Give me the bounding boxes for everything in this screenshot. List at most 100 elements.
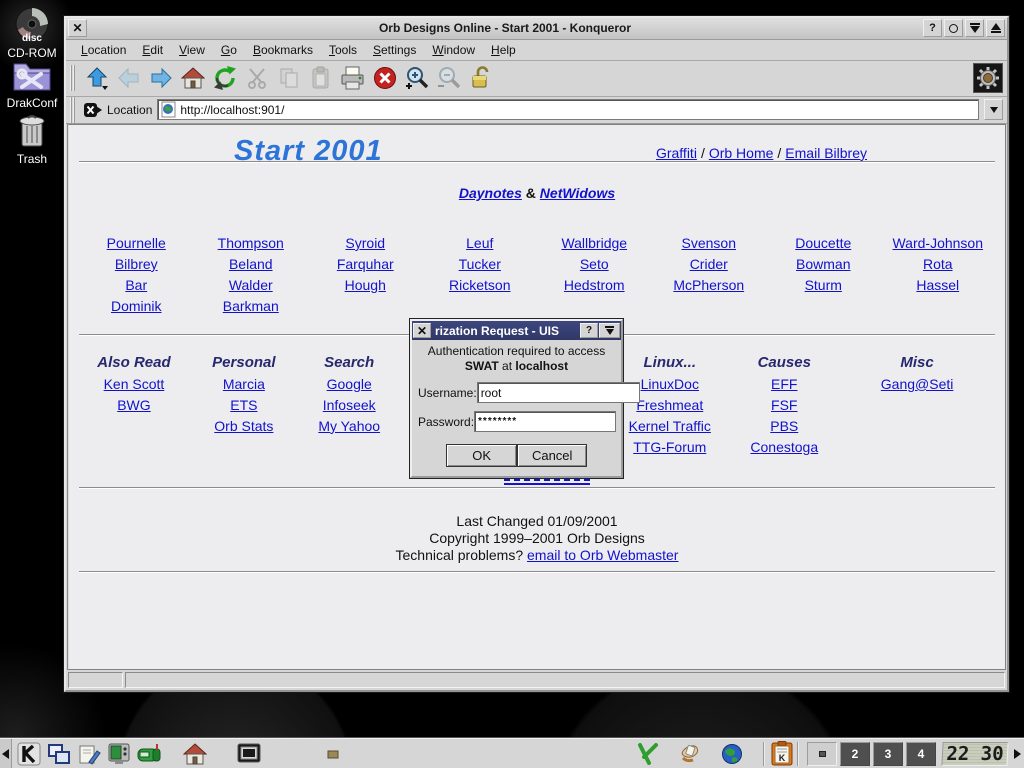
link-name[interactable]: Bowman bbox=[766, 254, 881, 275]
x-app-button[interactable] bbox=[635, 741, 661, 767]
back-button[interactable] bbox=[115, 64, 143, 92]
menu-window[interactable]: Window bbox=[425, 41, 482, 59]
link-name[interactable]: Hough bbox=[308, 275, 423, 296]
menu-help[interactable]: Help bbox=[484, 41, 523, 59]
panel-hide-button[interactable] bbox=[0, 738, 12, 768]
link-name[interactable]: Beland bbox=[194, 254, 309, 275]
link-item[interactable]: Marcia bbox=[223, 374, 265, 395]
pager-desktop-4[interactable]: 4 bbox=[906, 741, 936, 766]
link-item[interactable]: Conestoga bbox=[750, 437, 818, 458]
menu-bookmarks[interactable]: Bookmarks bbox=[246, 41, 320, 59]
klipper-button[interactable]: K bbox=[769, 740, 795, 767]
desktop-icon-trash[interactable]: Trash bbox=[1, 112, 63, 166]
link-name[interactable]: Barkman bbox=[194, 296, 309, 317]
password-field[interactable] bbox=[474, 411, 617, 432]
clear-location-icon[interactable] bbox=[84, 102, 102, 118]
link-name[interactable]: Ricketson bbox=[423, 275, 538, 296]
ok-button[interactable]: OK bbox=[446, 444, 518, 467]
home-folder-button[interactable] bbox=[182, 741, 208, 767]
link-name[interactable]: Pournelle bbox=[79, 233, 194, 254]
link-name[interactable]: Leuf bbox=[423, 233, 538, 254]
pager-desktop-1[interactable] bbox=[807, 741, 837, 766]
link-name[interactable]: Bilbrey bbox=[79, 254, 194, 275]
link-item[interactable]: Freshmeat bbox=[636, 395, 703, 416]
link-item[interactable]: LinuxDoc bbox=[641, 374, 699, 395]
link-item[interactable]: ETS bbox=[230, 395, 257, 416]
panel-expand-button[interactable] bbox=[1010, 741, 1024, 767]
link-graffiti[interactable]: Graffiti bbox=[656, 145, 697, 161]
panel-clock[interactable]: 22 30 bbox=[941, 741, 1009, 766]
window-maximize-button[interactable] bbox=[986, 19, 1005, 38]
konqueror-gear-tile[interactable] bbox=[973, 63, 1003, 94]
cancel-button[interactable]: Cancel bbox=[517, 444, 587, 467]
desktop-icon-drakconf[interactable]: DrakConf bbox=[1, 56, 63, 110]
kcontrol-button[interactable] bbox=[106, 741, 132, 767]
link-name[interactable]: Hedstrom bbox=[537, 275, 652, 296]
link-item[interactable]: Gang@Seti bbox=[881, 374, 954, 395]
dialog-close-button[interactable]: ✕ bbox=[413, 323, 431, 338]
link-item[interactable]: BWG bbox=[117, 395, 150, 416]
menu-view[interactable]: View bbox=[172, 41, 212, 59]
locationbar-grip[interactable] bbox=[70, 96, 75, 123]
link-name[interactable]: Rota bbox=[881, 254, 996, 275]
help-button[interactable] bbox=[76, 741, 102, 767]
web-browser-button[interactable] bbox=[719, 741, 745, 767]
print-button[interactable] bbox=[339, 64, 367, 92]
username-field[interactable] bbox=[476, 382, 640, 403]
menu-tools[interactable]: Tools bbox=[322, 41, 364, 59]
window-list-button[interactable] bbox=[46, 741, 72, 767]
link-name[interactable]: Wallbridge bbox=[537, 233, 652, 254]
link-email-bilbrey[interactable]: Email Bilbrey bbox=[785, 145, 867, 161]
menu-go[interactable]: Go bbox=[214, 41, 244, 59]
paste-button[interactable] bbox=[307, 64, 335, 92]
link-name[interactable]: Bar bbox=[79, 275, 194, 296]
dialog-help-button[interactable]: ? bbox=[580, 323, 598, 338]
reload-button[interactable] bbox=[211, 64, 239, 92]
link-name[interactable]: Sturm bbox=[766, 275, 881, 296]
kmenu-button[interactable] bbox=[16, 741, 42, 767]
pager-desktop-3[interactable]: 3 bbox=[873, 741, 903, 766]
copy-button[interactable] bbox=[275, 64, 303, 92]
url-dropdown-button[interactable] bbox=[984, 99, 1003, 121]
link-item[interactable]: PBS bbox=[770, 416, 798, 437]
link-name[interactable]: Crider bbox=[652, 254, 767, 275]
link-name[interactable]: Syroid bbox=[308, 233, 423, 254]
window-minimize-button[interactable] bbox=[965, 19, 984, 38]
pager-desktop-2[interactable]: 2 bbox=[840, 741, 870, 766]
zoom-out-button[interactable] bbox=[435, 64, 463, 92]
forward-button[interactable] bbox=[147, 64, 175, 92]
konsole-button[interactable] bbox=[236, 741, 262, 767]
window-titlebar[interactable]: ✕ Orb Designs Online - Start 2001 - Konq… bbox=[66, 18, 1007, 40]
menu-location[interactable]: Location bbox=[74, 41, 133, 59]
link-webmaster-email[interactable]: email to Orb Webmaster bbox=[527, 547, 678, 563]
menu-edit[interactable]: Edit bbox=[135, 41, 170, 59]
window-sticky-button[interactable] bbox=[944, 19, 963, 38]
dialog-titlebar[interactable]: ✕ rization Request - UIS ? bbox=[412, 321, 621, 340]
link-orb-home[interactable]: Orb Home bbox=[709, 145, 774, 161]
stop-button[interactable] bbox=[371, 64, 399, 92]
link-name[interactable]: Tucker bbox=[423, 254, 538, 275]
toolbar-grip[interactable] bbox=[70, 65, 75, 92]
dialog-shade-button[interactable] bbox=[599, 323, 620, 338]
home-button[interactable] bbox=[179, 64, 207, 92]
link-name[interactable]: Svenson bbox=[652, 233, 767, 254]
link-daynotes[interactable]: Daynotes bbox=[459, 185, 522, 201]
wizard-button[interactable] bbox=[677, 741, 703, 767]
link-name[interactable]: Dominik bbox=[79, 296, 194, 317]
link-item[interactable]: Kernel Traffic bbox=[629, 416, 711, 437]
up-button[interactable] bbox=[83, 64, 111, 92]
url-input[interactable] bbox=[180, 102, 978, 117]
link-item[interactable]: Orb Stats bbox=[214, 416, 273, 437]
link-item[interactable]: My Yahoo bbox=[318, 416, 380, 437]
clipped-link-fragment[interactable] bbox=[504, 477, 590, 485]
link-item[interactable]: EFF bbox=[771, 374, 797, 395]
mail-button[interactable] bbox=[136, 741, 162, 767]
desktop-icon-cdrom[interactable]: disc CD-ROM bbox=[1, 6, 63, 60]
link-item[interactable]: Ken Scott bbox=[104, 374, 165, 395]
zoom-in-button[interactable] bbox=[403, 64, 431, 92]
task-app-icon[interactable] bbox=[326, 741, 340, 767]
link-netwidows[interactable]: NetWidows bbox=[540, 185, 615, 201]
link-item[interactable]: FSF bbox=[771, 395, 797, 416]
link-name[interactable]: Ward-Johnson bbox=[881, 233, 996, 254]
security-button[interactable] bbox=[467, 64, 495, 92]
